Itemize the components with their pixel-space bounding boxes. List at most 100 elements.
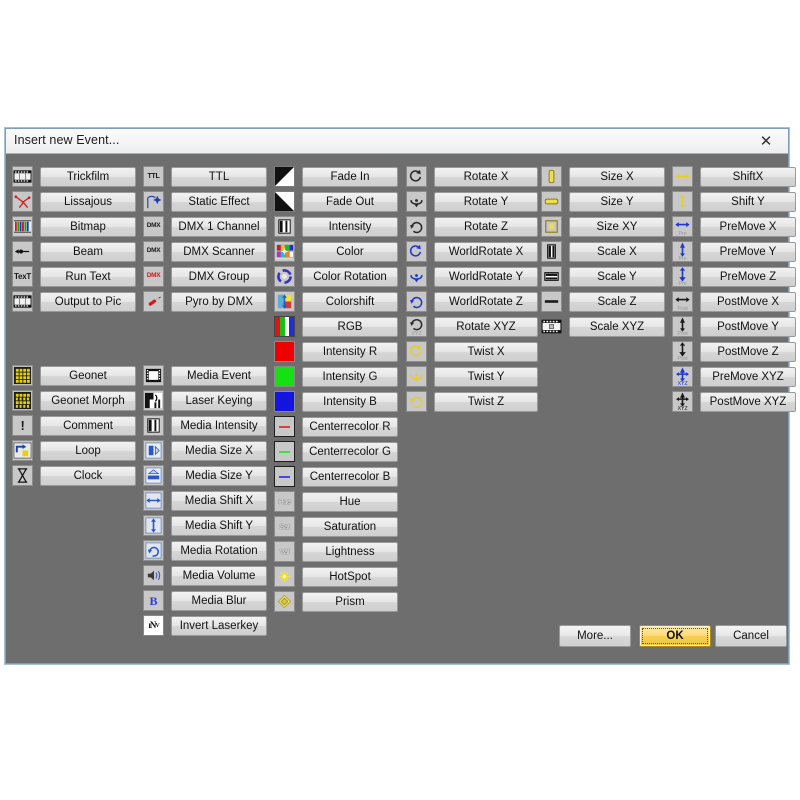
postmove-y-icon[interactable]: Post xyxy=(672,316,693,337)
event-button-rotate-z[interactable]: Rotate Z xyxy=(434,216,538,237)
event-button-centerrecolor-g[interactable]: Centerrecolor G xyxy=(302,441,398,462)
event-button-centerrecolor-b[interactable]: Centerrecolor B xyxy=(302,466,398,487)
event-button-media-event[interactable]: Media Event xyxy=(171,365,267,386)
color-palette-icon[interactable] xyxy=(274,241,295,262)
event-button-premove-y[interactable]: PreMove Y xyxy=(700,241,796,262)
more-button[interactable]: More... xyxy=(559,625,631,647)
event-button-media-shift-y[interactable]: Media Shift Y xyxy=(171,515,267,536)
fade-in-icon[interactable] xyxy=(274,166,295,187)
event-button-size-y[interactable]: Size Y xyxy=(569,191,665,212)
swatch-green-icon[interactable] xyxy=(274,366,295,387)
filmstrip-icon[interactable] xyxy=(12,291,33,312)
colorshift-icon[interactable] xyxy=(274,291,295,312)
size-x-icon[interactable] xyxy=(143,440,164,461)
event-button-postmove-z[interactable]: PostMove Z xyxy=(700,341,796,362)
ok-button[interactable]: OK xyxy=(639,625,711,647)
event-button-comment[interactable]: Comment xyxy=(40,415,136,436)
exclamation-icon[interactable]: ! xyxy=(12,415,33,436)
event-button-rgb[interactable]: RGB xyxy=(302,316,398,337)
laser-keying-icon[interactable] xyxy=(143,390,164,411)
close-icon[interactable]: ✕ xyxy=(744,129,788,153)
event-button-media-volume[interactable]: Media Volume xyxy=(171,565,267,586)
rotation-icon[interactable] xyxy=(143,540,164,561)
event-button-color-rotation[interactable]: Color Rotation xyxy=(302,266,398,287)
hotspot-icon[interactable] xyxy=(274,566,295,587)
size-y-icon[interactable] xyxy=(143,465,164,486)
event-button-static-effect[interactable]: Static Effect xyxy=(171,191,267,212)
event-button-rotate-x[interactable]: Rotate X xyxy=(434,166,538,187)
hourglass-icon[interactable] xyxy=(12,465,33,486)
event-button-media-size-x[interactable]: Media Size X xyxy=(171,440,267,461)
event-button-media-intensity[interactable]: Media Intensity xyxy=(171,415,267,436)
shift-y-yellow-icon[interactable] xyxy=(672,191,693,212)
event-button-prism[interactable]: Prism xyxy=(302,591,398,612)
intensity-bar-icon[interactable] xyxy=(143,415,164,436)
media-film-icon[interactable] xyxy=(143,365,164,386)
rotate-y-icon[interactable] xyxy=(406,191,427,212)
event-button-scale-x[interactable]: Scale X xyxy=(569,241,665,262)
worldrotate-z-icon[interactable] xyxy=(406,291,427,312)
event-button-shiftx[interactable]: ShiftX xyxy=(700,166,796,187)
event-button-lightness[interactable]: Lightness xyxy=(302,541,398,562)
event-button-premove-z[interactable]: PreMove Z xyxy=(700,266,796,287)
event-button-dmx-group[interactable]: DMX Group xyxy=(171,266,267,287)
event-button-saturation[interactable]: Saturation xyxy=(302,516,398,537)
event-button-media-rotation[interactable]: Media Rotation xyxy=(171,540,267,561)
event-button-postmove-y[interactable]: PostMove Y xyxy=(700,316,796,337)
speaker-icon[interactable] xyxy=(143,565,164,586)
size-x-yellow-icon[interactable] xyxy=(541,166,562,187)
hue-icon[interactable]: Hue xyxy=(274,491,295,512)
event-button-hue[interactable]: Hue xyxy=(302,491,398,512)
val-icon[interactable]: Val xyxy=(274,541,295,562)
rotate-z-icon[interactable] xyxy=(406,216,427,237)
event-button-output-to-pic[interactable]: Output to Pic xyxy=(40,291,136,312)
twist-y-icon[interactable] xyxy=(406,366,427,387)
rotate-x-icon[interactable] xyxy=(406,166,427,187)
postmove-z-icon[interactable]: Post xyxy=(672,341,693,362)
scale-xyz-icon[interactable] xyxy=(541,316,562,337)
beam-arrow-icon[interactable] xyxy=(12,241,33,262)
event-button-size-x[interactable]: Size X xyxy=(569,166,665,187)
event-button-bitmap[interactable]: Bitmap xyxy=(40,216,136,237)
prism-icon[interactable] xyxy=(274,591,295,612)
geonet-grid-icon[interactable] xyxy=(12,365,33,386)
event-button-worldrotate-x[interactable]: WorldRotate X xyxy=(434,241,538,262)
event-button-size-xy[interactable]: Size XY xyxy=(569,216,665,237)
event-button-worldrotate-y[interactable]: WorldRotate Y xyxy=(434,266,538,287)
twist-x-icon[interactable] xyxy=(406,341,427,362)
event-button-intensity-g[interactable]: Intensity G xyxy=(302,366,398,387)
event-button-beam[interactable]: Beam xyxy=(40,241,136,262)
event-button-hotspot[interactable]: HotSpot xyxy=(302,566,398,587)
event-button-scale-z[interactable]: Scale Z xyxy=(569,291,665,312)
event-button-fade-in[interactable]: Fade In xyxy=(302,166,398,187)
event-button-media-shift-x[interactable]: Media Shift X xyxy=(171,490,267,511)
event-button-postmove-x[interactable]: PostMove X xyxy=(700,291,796,312)
event-button-run-text[interactable]: Run Text xyxy=(40,266,136,287)
swatch-red-icon[interactable] xyxy=(274,341,295,362)
event-button-centerrecolor-r[interactable]: Centerrecolor R xyxy=(302,416,398,437)
event-button-postmove-xyz[interactable]: PostMove XYZ xyxy=(700,391,796,412)
event-button-fade-out[interactable]: Fade Out xyxy=(302,191,398,212)
event-button-laser-keying[interactable]: Laser Keying xyxy=(171,390,267,411)
event-button-colorshift[interactable]: Colorshift xyxy=(302,291,398,312)
lissajous-icon[interactable] xyxy=(12,191,33,212)
ttl-icon[interactable]: TTL xyxy=(143,166,164,187)
text-icon[interactable]: TexT xyxy=(12,266,33,287)
event-button-loop[interactable]: Loop xyxy=(40,440,136,461)
event-button-twist-z[interactable]: Twist Z xyxy=(434,391,538,412)
event-button-shift-y[interactable]: Shift Y xyxy=(700,191,796,212)
size-xy-yellow-icon[interactable] xyxy=(541,216,562,237)
event-button-dmx-scanner[interactable]: DMX Scanner xyxy=(171,241,267,262)
sat-icon[interactable]: Sat xyxy=(274,516,295,537)
event-button-trickfilm[interactable]: Trickfilm xyxy=(40,166,136,187)
event-button-rotate-xyz[interactable]: Rotate XYZ xyxy=(434,316,538,337)
event-button-scale-xyz[interactable]: Scale XYZ xyxy=(569,316,665,337)
scale-y-icon[interactable] xyxy=(541,266,562,287)
event-button-rotate-y[interactable]: Rotate Y xyxy=(434,191,538,212)
premove-xyz-icon[interactable]: XYZ xyxy=(672,366,693,387)
event-button-dmx-1-channel[interactable]: DMX 1 Channel xyxy=(171,216,267,237)
event-button-scale-y[interactable]: Scale Y xyxy=(569,266,665,287)
size-y-yellow-icon[interactable] xyxy=(541,191,562,212)
color-wheel-icon[interactable] xyxy=(274,266,295,287)
scale-x-icon[interactable] xyxy=(541,241,562,262)
